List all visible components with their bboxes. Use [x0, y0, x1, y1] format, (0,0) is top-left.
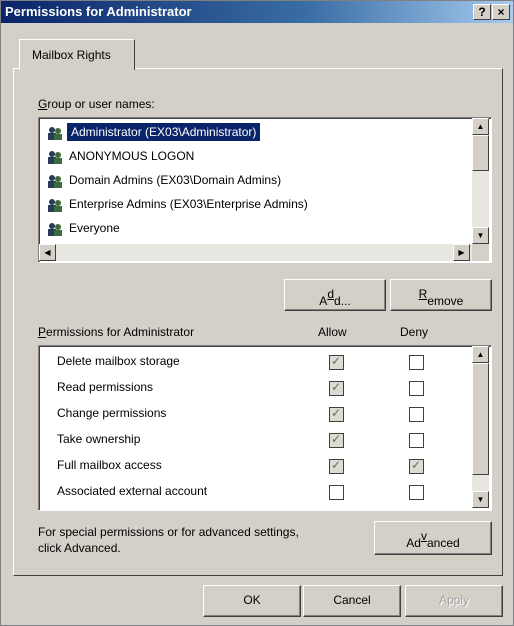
special-permissions-note-line2: click Advanced. [38, 541, 121, 555]
deny-checkbox[interactable] [409, 458, 424, 474]
user-name-label: ANONYMOUS LOGON [69, 149, 195, 163]
permissions-label: Permissions for Administrator [38, 325, 195, 339]
deny-checkbox[interactable] [409, 485, 424, 500]
scroll-corner [472, 244, 489, 261]
scroll-down-arrow-icon[interactable]: ▼ [472, 491, 489, 508]
deny-checkbox[interactable] [409, 407, 424, 422]
deny-column-header: Deny [400, 325, 429, 339]
user-list-item[interactable]: Administrator (EX03\Administrator) [45, 122, 455, 144]
tab-mailbox-rights[interactable]: Mailbox Rights [19, 39, 135, 70]
deny-checkbox[interactable] [409, 433, 424, 448]
user-list-hscrollbar[interactable]: ◀ ▶ [39, 244, 472, 261]
remove-button[interactable]: Remove [390, 279, 492, 311]
user-name-label: Everyone [69, 221, 120, 235]
scroll-down-arrow-icon[interactable]: ▼ [472, 227, 489, 244]
help-button[interactable]: ? [473, 4, 491, 20]
user-list-vscrollbar[interactable]: ▲ ▼ [472, 118, 489, 244]
window-title: Permissions for Administrator [5, 4, 192, 19]
user-group-icon [47, 197, 63, 213]
user-name-label: Domain Admins (EX03\Domain Admins) [69, 173, 282, 187]
scroll-left-arrow-icon[interactable]: ◀ [39, 244, 56, 261]
permission-name: Take ownership [57, 432, 141, 446]
scroll-right-arrow-icon[interactable]: ▶ [453, 244, 470, 261]
advanced-button[interactable]: Advanced [374, 521, 492, 555]
user-name-label: Administrator (EX03\Administrator) [67, 123, 261, 141]
group-names-label: Group or user names: [38, 97, 155, 111]
scroll-up-arrow-icon[interactable]: ▲ [472, 118, 489, 135]
user-list-item[interactable]: Enterprise Admins (EX03\Enterprise Admin… [45, 194, 455, 216]
permission-name: Delete mailbox storage [57, 354, 180, 368]
apply-button[interactable]: Apply [405, 585, 503, 617]
deny-checkbox[interactable] [409, 381, 424, 396]
permission-name: Change permissions [57, 406, 167, 420]
user-group-icon [47, 149, 63, 165]
special-permissions-note-line1: For special permissions or for advanced … [38, 525, 299, 539]
deny-checkbox[interactable] [409, 355, 424, 370]
user-list-item[interactable]: ANONYMOUS LOGON [45, 146, 455, 168]
user-group-icon [47, 173, 63, 189]
allow-checkbox[interactable] [329, 458, 344, 474]
permissions-vscrollbar[interactable]: ▲ ▼ [472, 346, 489, 508]
scroll-thumb[interactable] [472, 363, 489, 475]
allow-checkbox[interactable] [329, 380, 344, 396]
user-group-icon [47, 125, 63, 141]
allow-checkbox[interactable] [329, 432, 344, 448]
allow-checkbox[interactable] [329, 354, 344, 370]
tab-label: Mailbox Rights [32, 48, 111, 62]
user-group-icon [47, 221, 63, 237]
scroll-thumb[interactable] [472, 135, 489, 171]
permission-name: Full mailbox access [57, 458, 162, 472]
permission-name: Associated external account [57, 484, 208, 498]
permissions-list[interactable]: Delete mailbox storage Read permissions Ch… [38, 345, 492, 511]
close-button[interactable]: × [492, 4, 510, 20]
tab-panel: Group or user names: Administrator (EX03… [13, 68, 503, 576]
title-bar[interactable]: Permissions for Administrator ? × [1, 1, 513, 23]
close-icon: × [497, 5, 505, 19]
allow-column-header: Allow [318, 325, 347, 339]
ok-button[interactable]: OK [203, 585, 301, 617]
user-name-label: Enterprise Admins (EX03\Enterprise Admin… [69, 197, 308, 211]
scroll-up-arrow-icon[interactable]: ▲ [472, 346, 489, 363]
permission-name: Read permissions [57, 380, 154, 394]
add-button[interactable]: Add... [284, 279, 386, 311]
cancel-button[interactable]: Cancel [303, 585, 401, 617]
user-list[interactable]: Administrator (EX03\Administrator) ANONYM… [38, 117, 492, 263]
permissions-dialog: Permissions for Administrator ? × Mailbo… [0, 0, 514, 626]
user-list-item[interactable]: Domain Admins (EX03\Domain Admins) [45, 170, 455, 192]
user-list-item[interactable]: Everyone [45, 218, 455, 240]
help-icon: ? [478, 5, 486, 19]
allow-checkbox[interactable] [329, 485, 344, 500]
allow-checkbox[interactable] [329, 406, 344, 422]
